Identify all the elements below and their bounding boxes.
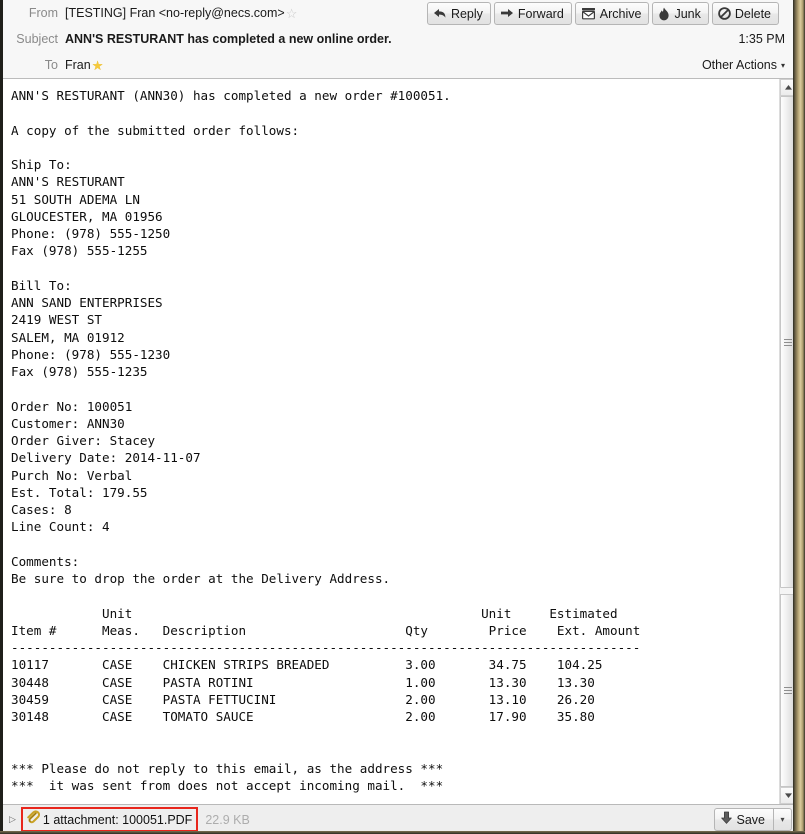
add-contact-star-icon[interactable]: ☆ [286,7,298,20]
archive-label: Archive [599,6,642,21]
message-body-scroll: ANN'S RESTURANT (ANN30) has completed a … [3,79,779,804]
expand-attachments-icon[interactable]: ▷ [9,815,16,824]
attachment-size: 22.9 KB [205,812,250,827]
subject-row: Subject ANN'S RESTURANT has completed a … [3,26,793,52]
chevron-down-icon: ▾ [780,815,785,824]
to-row: To Fran ★ Other Actions ▾ [3,52,793,78]
download-arrow-icon [720,811,733,828]
scrollbar-grip-lower-icon [784,687,792,694]
forward-arrow-icon [500,7,514,20]
to-recipient: Fran [65,58,91,72]
chevron-down-icon: ▾ [780,60,785,70]
delete-label: Delete [734,6,771,21]
from-value[interactable]: [TESTING] Fran <no-reply@necs.com> ☆ [65,6,297,20]
attachment-bar: ▷ 1 attachment: 100051.PDF 22.9 KB Save [3,804,796,834]
window-frame-right [793,0,805,834]
reply-label: Reply [450,6,483,21]
flame-icon [658,7,670,21]
message-body-text: ANN'S RESTURANT (ANN30) has completed a … [11,88,641,793]
subject-label: Subject [16,32,58,46]
forward-button[interactable]: Forward [493,2,572,25]
save-dropdown-button[interactable]: ▾ [773,808,792,831]
attachment-label: 1 attachment: 100051.PDF [42,812,193,827]
window-frame-left [0,0,3,834]
save-attachment-group: Save ▾ [713,808,792,831]
paperclip-icon [25,810,40,829]
reply-button[interactable]: Reply [426,2,491,25]
junk-button[interactable]: Junk [652,2,709,25]
save-label: Save [736,812,766,827]
archive-button[interactable]: Archive [574,2,650,25]
forward-label: Forward [517,6,564,21]
message-header: Reply Forward Archive Junk Delete From [… [0,0,793,79]
other-actions-label: Other Actions [701,58,777,72]
scrollbar-grip-icon [784,338,792,346]
delete-button[interactable]: Delete [711,2,779,25]
archive-box-icon [581,7,596,20]
message-toolbar: Reply Forward Archive Junk Delete [426,2,779,25]
contact-star-icon[interactable]: ★ [92,59,104,72]
other-actions-button[interactable]: Other Actions ▾ [702,58,785,72]
message-body-area: ANN'S RESTURANT (ANN30) has completed a … [3,79,796,804]
message-time: 1:35 PM [738,32,785,46]
from-address: [TESTING] Fran <no-reply@necs.com> [65,6,285,20]
from-label: From [28,6,58,20]
to-label: To [44,58,58,72]
reply-arrow-icon [433,7,447,20]
prohibition-icon [718,7,731,20]
junk-label: Junk [674,6,701,21]
email-reader-window: Reply Forward Archive Junk Delete From [… [0,0,805,834]
subject-value: ANN'S RESTURANT has completed a new onli… [65,32,392,46]
to-value[interactable]: Fran ★ [65,58,103,72]
attachment-item-highlighted[interactable]: 1 attachment: 100051.PDF [20,807,199,832]
save-button[interactable]: Save [713,808,773,831]
